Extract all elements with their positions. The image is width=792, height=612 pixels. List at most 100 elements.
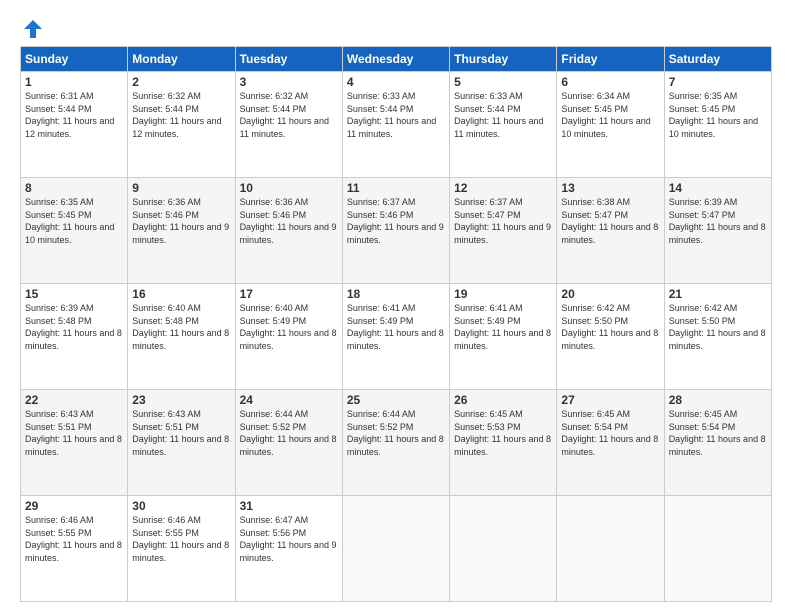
logo-icon [22,18,44,40]
calendar-cell: 24 Sunrise: 6:44 AMSunset: 5:52 PMDaylig… [235,390,342,496]
calendar-cell: 25 Sunrise: 6:44 AMSunset: 5:52 PMDaylig… [342,390,449,496]
calendar-cell [342,496,449,602]
logo [20,18,44,36]
day-number: 9 [132,181,230,195]
day-info: Sunrise: 6:32 AMSunset: 5:44 PMDaylight:… [240,91,329,139]
calendar-cell: 31 Sunrise: 6:47 AMSunset: 5:56 PMDaylig… [235,496,342,602]
day-info: Sunrise: 6:46 AMSunset: 5:55 PMDaylight:… [132,515,229,563]
calendar-cell: 9 Sunrise: 6:36 AMSunset: 5:46 PMDayligh… [128,178,235,284]
day-number: 30 [132,499,230,513]
calendar-cell: 8 Sunrise: 6:35 AMSunset: 5:45 PMDayligh… [21,178,128,284]
calendar-cell: 10 Sunrise: 6:36 AMSunset: 5:46 PMDaylig… [235,178,342,284]
calendar-cell: 4 Sunrise: 6:33 AMSunset: 5:44 PMDayligh… [342,72,449,178]
day-info: Sunrise: 6:33 AMSunset: 5:44 PMDaylight:… [347,91,436,139]
day-info: Sunrise: 6:45 AMSunset: 5:53 PMDaylight:… [454,409,551,457]
day-info: Sunrise: 6:44 AMSunset: 5:52 PMDaylight:… [240,409,337,457]
day-info: Sunrise: 6:47 AMSunset: 5:56 PMDaylight:… [240,515,337,563]
calendar-cell: 19 Sunrise: 6:41 AMSunset: 5:49 PMDaylig… [450,284,557,390]
day-number: 26 [454,393,552,407]
day-number: 6 [561,75,659,89]
column-header-sunday: Sunday [21,47,128,72]
day-number: 8 [25,181,123,195]
day-number: 5 [454,75,552,89]
column-header-wednesday: Wednesday [342,47,449,72]
calendar-cell: 2 Sunrise: 6:32 AMSunset: 5:44 PMDayligh… [128,72,235,178]
day-info: Sunrise: 6:44 AMSunset: 5:52 PMDaylight:… [347,409,444,457]
day-info: Sunrise: 6:36 AMSunset: 5:46 PMDaylight:… [132,197,229,245]
day-info: Sunrise: 6:36 AMSunset: 5:46 PMDaylight:… [240,197,337,245]
day-info: Sunrise: 6:37 AMSunset: 5:47 PMDaylight:… [454,197,551,245]
calendar-body: 1 Sunrise: 6:31 AMSunset: 5:44 PMDayligh… [21,72,772,602]
calendar-week-row: 15 Sunrise: 6:39 AMSunset: 5:48 PMDaylig… [21,284,772,390]
day-info: Sunrise: 6:42 AMSunset: 5:50 PMDaylight:… [561,303,658,351]
calendar-cell: 20 Sunrise: 6:42 AMSunset: 5:50 PMDaylig… [557,284,664,390]
day-number: 23 [132,393,230,407]
day-number: 12 [454,181,552,195]
calendar-cell: 14 Sunrise: 6:39 AMSunset: 5:47 PMDaylig… [664,178,771,284]
day-number: 25 [347,393,445,407]
day-number: 14 [669,181,767,195]
day-info: Sunrise: 6:39 AMSunset: 5:48 PMDaylight:… [25,303,122,351]
day-info: Sunrise: 6:39 AMSunset: 5:47 PMDaylight:… [669,197,766,245]
calendar-cell: 18 Sunrise: 6:41 AMSunset: 5:49 PMDaylig… [342,284,449,390]
day-number: 10 [240,181,338,195]
calendar-week-row: 22 Sunrise: 6:43 AMSunset: 5:51 PMDaylig… [21,390,772,496]
day-info: Sunrise: 6:46 AMSunset: 5:55 PMDaylight:… [25,515,122,563]
column-header-tuesday: Tuesday [235,47,342,72]
day-number: 22 [25,393,123,407]
day-number: 2 [132,75,230,89]
calendar-cell: 6 Sunrise: 6:34 AMSunset: 5:45 PMDayligh… [557,72,664,178]
day-number: 17 [240,287,338,301]
calendar-cell: 17 Sunrise: 6:40 AMSunset: 5:49 PMDaylig… [235,284,342,390]
calendar-header-row: SundayMondayTuesdayWednesdayThursdayFrid… [21,47,772,72]
day-info: Sunrise: 6:42 AMSunset: 5:50 PMDaylight:… [669,303,766,351]
calendar-cell [557,496,664,602]
day-number: 11 [347,181,445,195]
day-number: 21 [669,287,767,301]
column-header-saturday: Saturday [664,47,771,72]
day-info: Sunrise: 6:35 AMSunset: 5:45 PMDaylight:… [25,197,114,245]
column-header-thursday: Thursday [450,47,557,72]
header [20,18,772,36]
calendar-cell: 30 Sunrise: 6:46 AMSunset: 5:55 PMDaylig… [128,496,235,602]
calendar-week-row: 8 Sunrise: 6:35 AMSunset: 5:45 PMDayligh… [21,178,772,284]
day-info: Sunrise: 6:45 AMSunset: 5:54 PMDaylight:… [561,409,658,457]
day-number: 15 [25,287,123,301]
day-number: 19 [454,287,552,301]
day-info: Sunrise: 6:40 AMSunset: 5:48 PMDaylight:… [132,303,229,351]
day-info: Sunrise: 6:41 AMSunset: 5:49 PMDaylight:… [347,303,444,351]
calendar-cell: 21 Sunrise: 6:42 AMSunset: 5:50 PMDaylig… [664,284,771,390]
day-number: 20 [561,287,659,301]
day-number: 29 [25,499,123,513]
day-info: Sunrise: 6:33 AMSunset: 5:44 PMDaylight:… [454,91,543,139]
day-number: 31 [240,499,338,513]
calendar-week-row: 1 Sunrise: 6:31 AMSunset: 5:44 PMDayligh… [21,72,772,178]
day-number: 18 [347,287,445,301]
day-number: 7 [669,75,767,89]
column-header-monday: Monday [128,47,235,72]
calendar-cell: 5 Sunrise: 6:33 AMSunset: 5:44 PMDayligh… [450,72,557,178]
day-info: Sunrise: 6:43 AMSunset: 5:51 PMDaylight:… [25,409,122,457]
calendar-cell: 28 Sunrise: 6:45 AMSunset: 5:54 PMDaylig… [664,390,771,496]
day-info: Sunrise: 6:31 AMSunset: 5:44 PMDaylight:… [25,91,114,139]
calendar-cell [664,496,771,602]
day-info: Sunrise: 6:38 AMSunset: 5:47 PMDaylight:… [561,197,658,245]
day-number: 3 [240,75,338,89]
day-number: 16 [132,287,230,301]
calendar-cell: 7 Sunrise: 6:35 AMSunset: 5:45 PMDayligh… [664,72,771,178]
day-number: 13 [561,181,659,195]
calendar-table: SundayMondayTuesdayWednesdayThursdayFrid… [20,46,772,602]
column-header-friday: Friday [557,47,664,72]
calendar-cell: 22 Sunrise: 6:43 AMSunset: 5:51 PMDaylig… [21,390,128,496]
day-info: Sunrise: 6:32 AMSunset: 5:44 PMDaylight:… [132,91,221,139]
day-info: Sunrise: 6:35 AMSunset: 5:45 PMDaylight:… [669,91,758,139]
day-number: 28 [669,393,767,407]
day-number: 4 [347,75,445,89]
calendar-cell: 29 Sunrise: 6:46 AMSunset: 5:55 PMDaylig… [21,496,128,602]
calendar-cell: 11 Sunrise: 6:37 AMSunset: 5:46 PMDaylig… [342,178,449,284]
day-info: Sunrise: 6:40 AMSunset: 5:49 PMDaylight:… [240,303,337,351]
calendar-page: SundayMondayTuesdayWednesdayThursdayFrid… [0,0,792,612]
day-info: Sunrise: 6:34 AMSunset: 5:45 PMDaylight:… [561,91,650,139]
day-number: 24 [240,393,338,407]
calendar-cell: 12 Sunrise: 6:37 AMSunset: 5:47 PMDaylig… [450,178,557,284]
